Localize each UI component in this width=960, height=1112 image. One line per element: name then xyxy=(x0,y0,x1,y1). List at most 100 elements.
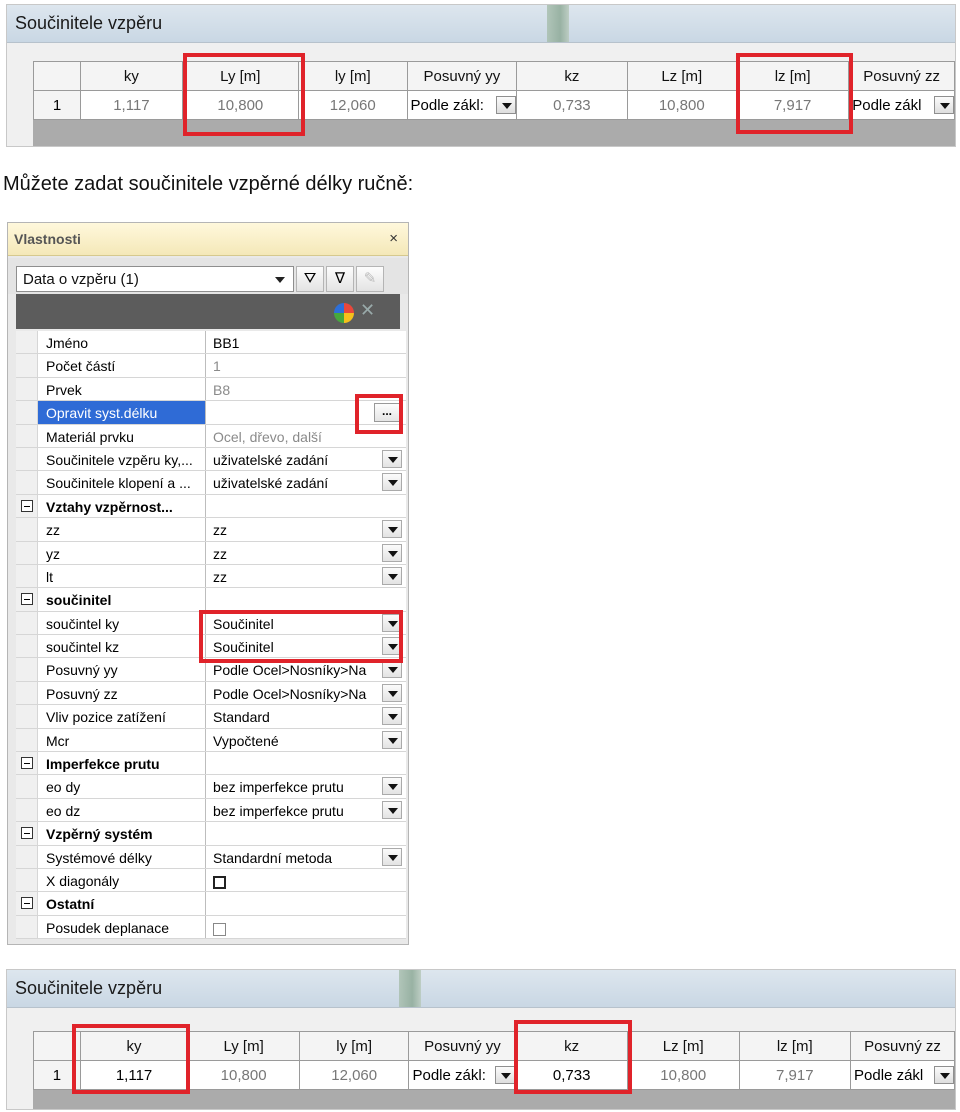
prop-row-posuvny-zz[interactable]: Posuvný zz Podle Ocel>Nosníky>Na xyxy=(16,681,406,706)
prop-value[interactable]: Součinitel xyxy=(207,612,406,634)
prop-category-ostatni[interactable]: Ostatní xyxy=(16,892,406,916)
prop-category-imperfekce[interactable]: Imperfekce prutu xyxy=(16,752,406,776)
col-header-posuvny-zz[interactable]: Posuvný zz xyxy=(850,1031,955,1061)
dropdown-arrow-icon[interactable] xyxy=(382,660,402,679)
filter-lightning-icon[interactable]: ∇ xyxy=(326,266,354,292)
row-number[interactable]: 1 xyxy=(33,1060,81,1090)
prop-value[interactable]: uživatelské zadání xyxy=(207,471,406,493)
dropdown-arrow-icon[interactable] xyxy=(496,96,516,114)
dropdown-arrow-icon[interactable] xyxy=(382,730,402,749)
posudek-deplanace-checkbox[interactable] xyxy=(213,922,226,936)
cell-posuvny-yy[interactable]: Podle zákl: xyxy=(406,90,518,120)
prop-row-mcr[interactable]: Mcr Vypočtené xyxy=(16,728,406,753)
prop-category-soucinitel[interactable]: součinitel xyxy=(16,588,406,612)
dropdown-arrow-icon[interactable] xyxy=(382,473,402,492)
dropdown-arrow-icon[interactable] xyxy=(934,96,954,114)
col-header-ly[interactable]: ly [m] xyxy=(298,1031,410,1061)
cell-posuvny-zz[interactable]: Podle zákl xyxy=(850,1060,955,1090)
delete-icon[interactable]: ✕ xyxy=(360,300,375,321)
pie-chart-icon[interactable] xyxy=(334,303,354,323)
col-header-kz[interactable]: kz xyxy=(515,1031,628,1061)
dropdown-arrow-icon[interactable] xyxy=(382,543,402,562)
prop-row-x-diagonaly[interactable]: X diagonály xyxy=(16,868,406,893)
prop-row-soucintel-ky[interactable]: součintel ky Součinitel xyxy=(16,611,406,636)
close-icon[interactable]: × xyxy=(389,230,398,247)
cell-Ly[interactable]: 10,800 xyxy=(187,1060,300,1090)
dropdown-arrow-icon[interactable] xyxy=(382,566,402,585)
dropdown-arrow-icon[interactable] xyxy=(382,683,402,702)
prop-row-pocet-casti[interactable]: Počet částí 1 xyxy=(16,354,406,378)
prop-value[interactable]: BB1 xyxy=(207,331,406,353)
prop-value[interactable]: Podle Ocel>Nosníky>Na xyxy=(207,658,406,680)
dropdown-arrow-icon[interactable] xyxy=(382,520,402,539)
cell-ly[interactable]: 12,060 xyxy=(297,90,408,120)
prop-row-jmeno[interactable]: Jméno BB1 xyxy=(16,331,406,355)
prop-row-eo-dy[interactable]: eo dy bez imperfekce prutu xyxy=(16,775,406,799)
collapse-icon[interactable] xyxy=(21,757,33,770)
prop-value[interactable]: bez imperfekce prutu xyxy=(207,775,406,797)
col-header-kz[interactable]: kz xyxy=(516,61,628,91)
prop-value[interactable]: Standard xyxy=(207,705,406,727)
col-header-posuvny-yy[interactable]: Posuvný yy xyxy=(406,61,518,91)
prop-value[interactable]: zz xyxy=(207,542,406,564)
prop-category-vzperny-system[interactable]: Vzpěrný systém xyxy=(16,822,406,846)
prop-value[interactable]: zz xyxy=(207,565,406,587)
prop-row-soucintel-kz[interactable]: součintel kz Součinitel xyxy=(16,635,406,659)
dropdown-arrow-icon[interactable] xyxy=(495,1066,515,1084)
prop-value[interactable]: zz xyxy=(207,518,406,540)
row-number[interactable]: 1 xyxy=(32,90,82,120)
cell-lz[interactable]: 7,917 xyxy=(736,90,850,120)
col-header-ky[interactable]: ky xyxy=(80,61,183,91)
cell-kz[interactable]: 0,733 xyxy=(516,90,628,120)
collapse-icon[interactable] xyxy=(21,593,33,606)
prop-row-eo-dz[interactable]: eo dz bez imperfekce prutu xyxy=(16,798,406,823)
col-header-ky[interactable]: ky xyxy=(79,1031,189,1061)
prop-value[interactable]: Součinitel xyxy=(207,635,406,657)
dropdown-arrow-icon[interactable] xyxy=(382,449,402,468)
col-header-lz[interactable]: lz [m] xyxy=(736,61,850,91)
dropdown-arrow-icon[interactable] xyxy=(382,777,402,796)
prop-category-vztahy[interactable]: Vztahy vzpěrnost... xyxy=(16,494,406,519)
cell-ky[interactable]: 1,117 xyxy=(79,1060,189,1090)
prop-row-yz[interactable]: yz zz xyxy=(16,541,406,565)
col-header-Lz[interactable]: Lz [m] xyxy=(626,1031,740,1061)
pencil-icon[interactable]: ✎ xyxy=(356,266,384,292)
col-header-Ly[interactable]: Ly [m] xyxy=(187,1031,300,1061)
cell-Lz[interactable]: 10,800 xyxy=(626,1060,740,1090)
prop-row-soucinitele-klopeni[interactable]: Součinitele klopení a ... uživatelské zad… xyxy=(16,471,406,495)
dropdown-arrow-icon[interactable] xyxy=(382,707,402,726)
prop-row-material[interactable]: Materiál prvku Ocel, dřevo, další xyxy=(16,424,406,448)
cell-kz[interactable]: 0,733 xyxy=(515,1060,628,1090)
selection-combo[interactable]: Data o vzpěru (1) xyxy=(16,266,294,292)
col-header-posuvny-zz[interactable]: Posuvný zz xyxy=(848,61,955,91)
x-diagonaly-checkbox[interactable] xyxy=(213,875,226,889)
collapse-icon[interactable] xyxy=(21,499,33,512)
col-header-Ly[interactable]: Ly [m] xyxy=(181,61,299,91)
prop-row-posuvny-yy[interactable]: Posuvný yy Podle Ocel>Nosníky>Na xyxy=(16,658,406,682)
dropdown-arrow-icon[interactable] xyxy=(382,800,402,819)
collapse-icon[interactable] xyxy=(21,827,33,840)
dropdown-arrow-icon[interactable] xyxy=(934,1066,954,1084)
dropdown-arrow-icon[interactable] xyxy=(382,847,402,866)
filter-icon[interactable]: ⛛ xyxy=(296,266,324,292)
prop-row-systemove-delky[interactable]: Systémové délky Standardní metoda xyxy=(16,845,406,869)
prop-row-soucinitele-vzperu[interactable]: Součinitele vzpěru ky,... uživatelské zad… xyxy=(16,447,406,472)
prop-value[interactable]: Podle Ocel>Nosníky>Na xyxy=(207,682,406,704)
prop-row-posudek-deplanace[interactable]: Posudek deplanace xyxy=(16,915,406,940)
col-header-lz[interactable]: lz [m] xyxy=(738,1031,852,1061)
prop-value[interactable]: Standardní metoda xyxy=(207,846,406,868)
dropdown-arrow-icon[interactable] xyxy=(382,613,402,632)
prop-row-vliv-pozice[interactable]: Vliv pozice zatížení Standard xyxy=(16,705,406,729)
dropdown-arrow-icon[interactable] xyxy=(382,637,402,656)
prop-row-prvek[interactable]: Prvek B8 xyxy=(16,377,406,402)
ellipsis-button[interactable]: ... xyxy=(374,403,400,423)
prop-value[interactable]: uživatelské zadání xyxy=(207,448,406,470)
cell-ly[interactable]: 12,060 xyxy=(298,1060,410,1090)
cell-posuvny-zz[interactable]: Podle zákl xyxy=(848,90,955,120)
prop-row-opravit-syst-delku[interactable]: Opravit syst.délku... xyxy=(16,401,406,425)
cell-Lz[interactable]: 10,800 xyxy=(626,90,738,120)
cell-Ly[interactable]: 10,800 xyxy=(181,90,299,120)
col-header-ly[interactable]: ly [m] xyxy=(297,61,408,91)
cell-ky[interactable]: 1,117 xyxy=(80,90,183,120)
cell-posuvny-yy[interactable]: Podle zákl: xyxy=(408,1060,517,1090)
